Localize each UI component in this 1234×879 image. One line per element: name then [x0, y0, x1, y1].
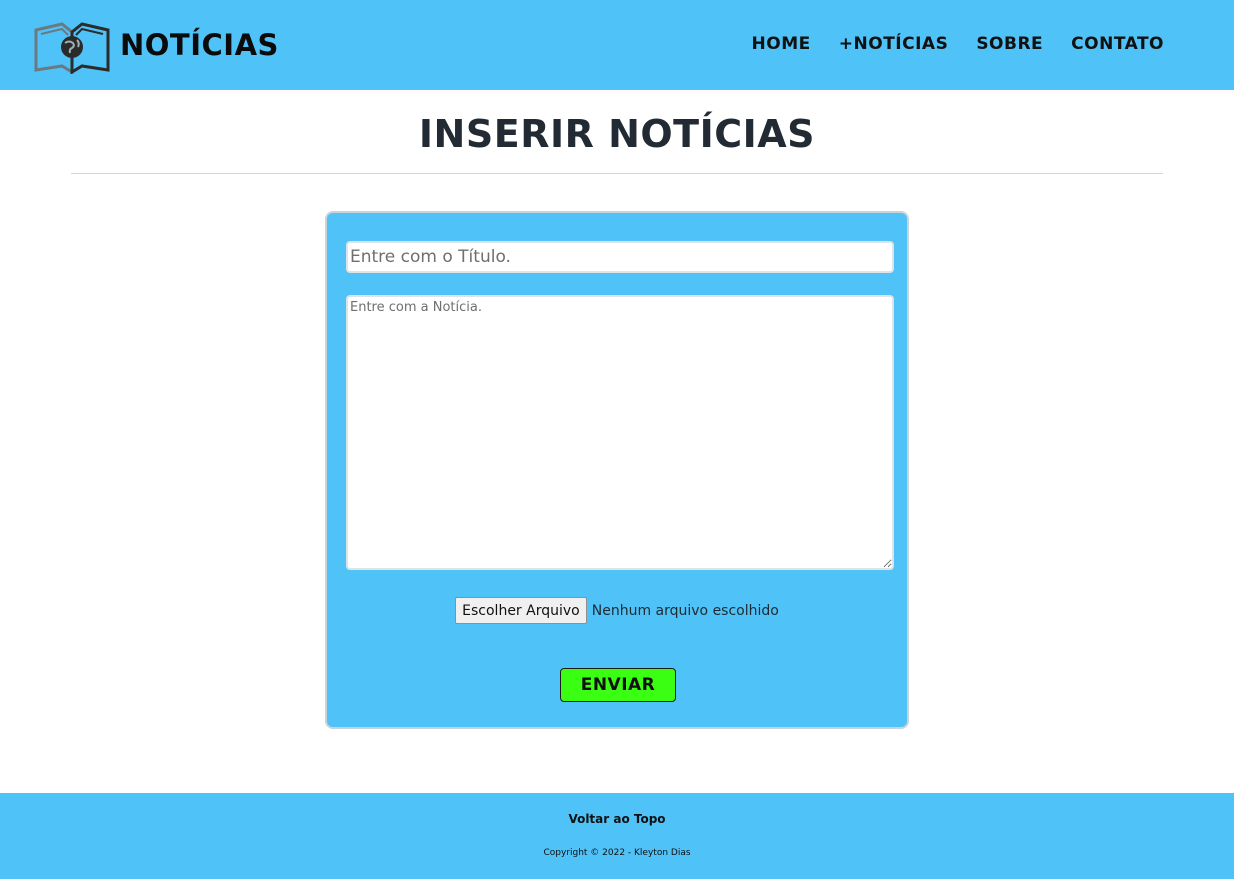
nav-item-about[interactable]: SOBRE [976, 34, 1043, 54]
main-nav: HOME +NOTÍCIAS SOBRE CONTATO [752, 34, 1164, 54]
page-title: INSERIR NOTÍCIAS [418, 112, 816, 156]
news-title-input[interactable] [346, 241, 894, 273]
nav-item-more-news[interactable]: +NOTÍCIAS [839, 34, 949, 54]
choose-file-button[interactable]: Escolher Arquivo [455, 597, 587, 624]
brand-name[interactable]: NOTÍCIAS [120, 28, 279, 62]
file-status-label: Nenhum arquivo escolhido [591, 602, 779, 619]
file-upload: Escolher Arquivo Nenhum arquivo escolhid… [327, 597, 907, 624]
submit-button[interactable]: ENVIAR [560, 668, 676, 702]
title-divider [71, 173, 1163, 174]
newspaper-globe-icon[interactable] [32, 20, 112, 74]
back-to-top-link[interactable]: Voltar ao Topo [0, 812, 1234, 826]
news-form: Escolher Arquivo Nenhum arquivo escolhid… [325, 211, 909, 729]
top-navbar: NOTÍCIAS HOME +NOTÍCIAS SOBRE CONTATO [0, 0, 1234, 90]
footer: Voltar ao Topo Copyright © 2022 - Kleyto… [0, 793, 1234, 879]
nav-item-contact[interactable]: CONTATO [1071, 34, 1164, 54]
news-body-textarea[interactable] [346, 295, 894, 570]
copyright-text: Copyright © 2022 - Kleyton Dias [543, 848, 691, 858]
nav-item-home[interactable]: HOME [752, 34, 811, 54]
